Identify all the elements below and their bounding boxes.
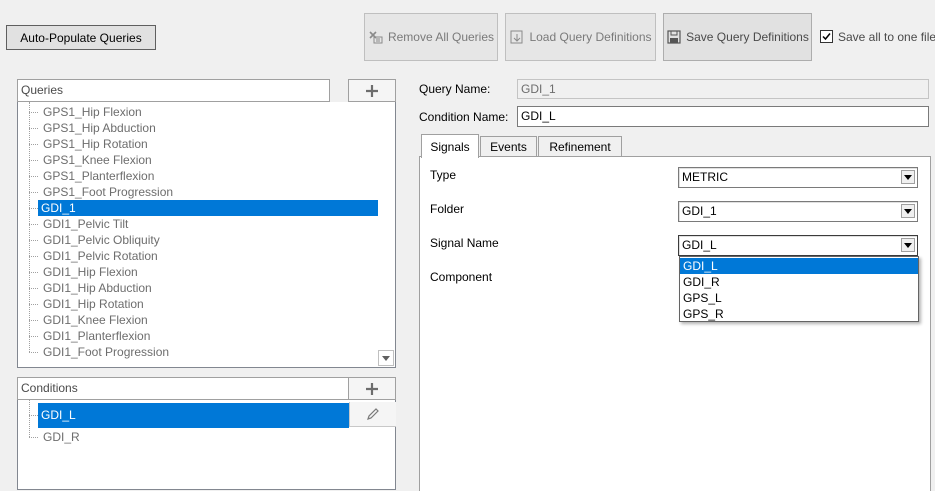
query-item[interactable]: GDI1_Pelvic Rotation bbox=[40, 248, 158, 264]
folder-select[interactable]: GDI_1 bbox=[678, 201, 918, 222]
remove-all-icon bbox=[368, 29, 384, 45]
load-defs-label: Load Query Definitions bbox=[529, 30, 652, 44]
add-query-button[interactable] bbox=[348, 79, 396, 102]
tree-connector bbox=[29, 160, 38, 161]
signal-name-dropdown-list: GDI_L GDI_R GPS_L GPS_R bbox=[679, 256, 919, 322]
condition-name-label: Condition Name: bbox=[419, 110, 509, 124]
query-item[interactable]: GDI1_Pelvic Tilt bbox=[40, 216, 128, 232]
tree-connector bbox=[29, 192, 38, 193]
queries-tree[interactable]: GPS1_Hip Flexion GPS1_Hip Abduction GPS1_H… bbox=[17, 102, 396, 368]
query-item[interactable]: GPS1_Hip Rotation bbox=[40, 136, 148, 152]
tree-connector bbox=[29, 272, 38, 273]
query-item[interactable]: GDI1_Hip Flexion bbox=[40, 264, 138, 280]
condition-item[interactable]: GDI_R bbox=[40, 429, 80, 445]
auto-populate-queries-button[interactable]: Auto-Populate Queries bbox=[6, 25, 156, 50]
queries-header: Queries bbox=[17, 79, 330, 102]
save-disk-icon bbox=[666, 29, 682, 45]
tree-connector bbox=[29, 336, 38, 337]
query-item[interactable]: GDI1_Pelvic Obliquity bbox=[40, 232, 160, 248]
query-name-field[interactable]: GDI_1 bbox=[517, 79, 929, 99]
checkmark-icon bbox=[822, 33, 831, 41]
tree-connector bbox=[29, 256, 38, 257]
remove-all-label: Remove All Queries bbox=[387, 30, 495, 44]
tree-connector bbox=[29, 128, 38, 129]
tree-connector bbox=[29, 304, 38, 305]
conditions-tree[interactable]: GDI_L GDI_R bbox=[17, 400, 396, 490]
folder-label: Folder bbox=[430, 202, 465, 216]
query-item[interactable]: GDI1_Foot Progression bbox=[40, 344, 169, 360]
tree-vertical-line bbox=[29, 102, 30, 352]
dropdown-arrow-icon bbox=[901, 238, 915, 252]
edit-condition-button[interactable] bbox=[349, 402, 396, 427]
tree-vertical-line bbox=[29, 400, 30, 437]
tree-connector bbox=[29, 320, 38, 321]
query-item[interactable]: GPS1_Hip Flexion bbox=[40, 104, 142, 120]
query-item[interactable]: GDI1_Hip Abduction bbox=[40, 280, 152, 296]
load-file-icon bbox=[509, 29, 525, 45]
remove-all-queries-button[interactable]: Remove All Queries bbox=[364, 13, 498, 61]
query-item[interactable]: GDI1_Planterflexion bbox=[40, 328, 150, 344]
signal-option[interactable]: GPS_L bbox=[680, 290, 918, 306]
tree-connector bbox=[29, 240, 38, 241]
save-all-one-file-checkbox[interactable] bbox=[820, 30, 833, 43]
chevron-down-icon bbox=[382, 355, 390, 361]
scroll-down-button[interactable] bbox=[378, 350, 394, 366]
add-condition-button[interactable] bbox=[348, 377, 396, 400]
tree-connector bbox=[29, 288, 38, 289]
query-item[interactable]: GPS1_Foot Progression bbox=[40, 184, 173, 200]
signal-name-select[interactable]: GDI_L bbox=[678, 235, 918, 256]
dropdown-arrow-icon bbox=[901, 170, 915, 184]
queries-scrollbar[interactable] bbox=[378, 102, 395, 366]
type-label: Type bbox=[430, 168, 457, 182]
tree-connector bbox=[29, 352, 38, 353]
tab-events[interactable]: Events bbox=[480, 136, 537, 157]
tree-connector bbox=[29, 112, 38, 113]
tree-connector bbox=[29, 208, 38, 209]
tree-connector bbox=[29, 144, 38, 145]
query-name-label: Query Name: bbox=[419, 82, 491, 96]
signal-option[interactable]: GDI_R bbox=[680, 274, 918, 290]
signal-name-label: Signal Name bbox=[430, 236, 499, 250]
save-defs-label: Save Query Definitions bbox=[686, 30, 809, 44]
signal-option[interactable]: GPS_R bbox=[680, 306, 918, 322]
signal-option[interactable]: GDI_L bbox=[680, 258, 918, 274]
query-item[interactable]: GPS1_Hip Abduction bbox=[40, 120, 156, 136]
tree-connector bbox=[29, 415, 38, 416]
condition-item[interactable]: GDI_L bbox=[38, 403, 349, 428]
load-query-definitions-button[interactable]: Load Query Definitions bbox=[505, 13, 656, 61]
query-item[interactable]: GPS1_Planterflexion bbox=[40, 168, 154, 184]
save-all-one-file-label: Save all to one file bbox=[838, 30, 935, 44]
query-item[interactable]: GPS1_Knee Flexion bbox=[40, 152, 152, 168]
conditions-header: Conditions bbox=[17, 377, 348, 400]
tab-signals[interactable]: Signals bbox=[421, 134, 479, 158]
dropdown-arrow-icon bbox=[901, 204, 915, 218]
save-query-definitions-button[interactable]: Save Query Definitions bbox=[663, 13, 812, 61]
type-select[interactable]: METRIC bbox=[678, 167, 918, 188]
tree-connector bbox=[29, 224, 38, 225]
tree-connector bbox=[29, 437, 38, 438]
auto-populate-label: Auto-Populate Queries bbox=[20, 30, 142, 45]
plus-icon bbox=[366, 382, 378, 395]
tree-connector bbox=[29, 176, 38, 177]
plus-icon bbox=[366, 84, 378, 97]
query-item[interactable]: GDI1_Hip Rotation bbox=[40, 296, 144, 312]
condition-name-field[interactable]: GDI_L bbox=[517, 106, 929, 127]
query-item[interactable]: GDI_1 bbox=[38, 200, 378, 216]
query-item[interactable]: GDI1_Knee Flexion bbox=[40, 312, 148, 328]
component-label: Component bbox=[430, 270, 493, 284]
tab-refinement[interactable]: Refinement bbox=[538, 136, 622, 157]
pencil-icon bbox=[367, 408, 379, 420]
